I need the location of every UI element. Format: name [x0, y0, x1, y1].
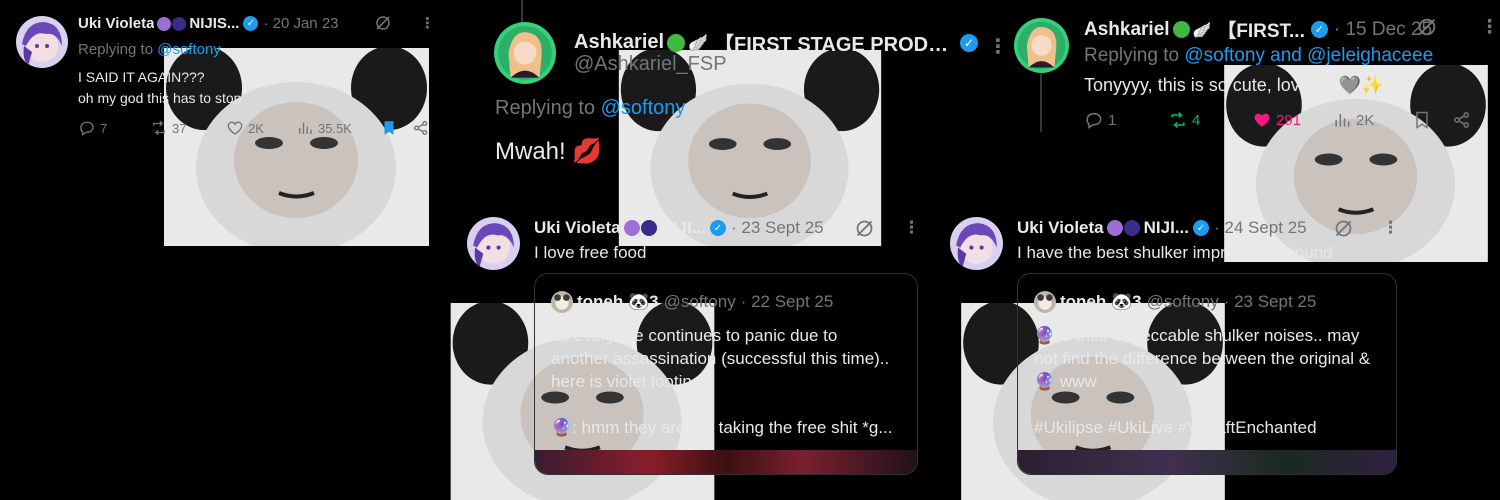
- share-button[interactable]: [412, 119, 430, 137]
- display-name[interactable]: Uki Violeta: [78, 15, 154, 32]
- like-button[interactable]: 291: [1252, 110, 1332, 130]
- bookmark-button[interactable]: [1412, 110, 1452, 130]
- quote-header: toneh 🐼3 @softony · 22 Sept 25: [551, 291, 833, 313]
- tweet-header: Uki Violeta NIJI... ✓ · 23 Sept 25: [534, 218, 824, 238]
- quote-media-thumbnail[interactable]: [535, 450, 917, 474]
- name-emoji: 🪽: [667, 33, 708, 53]
- reply-button[interactable]: 7: [78, 119, 150, 137]
- quote-header: toneh 🐼3 @softony · 23 Sept 25: [1034, 291, 1316, 313]
- quote-handle: @softony: [663, 292, 736, 311]
- replying-handle-link[interactable]: @softony and @jeleighaceee: [1184, 45, 1433, 66]
- display-name-suffix: 【FIRST...: [1217, 21, 1305, 42]
- verified-badge-icon: ✓: [709, 220, 726, 236]
- quote-date: · 23 Sept 25: [1223, 292, 1317, 311]
- tweet-text: Mwah! 💋: [495, 138, 603, 165]
- tweet-text: Tonyyyy, this is so cute, love it!! 🩶✨: [1084, 75, 1384, 95]
- avatar[interactable]: [494, 22, 556, 84]
- like-button[interactable]: 2K: [226, 119, 296, 137]
- tweet-header: Uki Violeta NIJIS... ✓ · 20 Jan 23: [78, 15, 339, 32]
- quote-text: as everyone continues to panic due to an…: [551, 326, 893, 437]
- tweet-date[interactable]: · 20 Jan 23: [263, 15, 338, 32]
- name-emoji: [157, 16, 187, 31]
- quote-handle: @softony: [1146, 292, 1219, 311]
- name-emoji: [1106, 220, 1140, 236]
- thread-line: [1040, 74, 1042, 132]
- views-button[interactable]: 2K: [1332, 110, 1412, 130]
- display-name-suffix: NIJIS...: [189, 15, 240, 32]
- display-name[interactable]: Uki Violeta: [534, 218, 621, 238]
- quote-text: 🔮 & their impeccable shulker noises.. ma…: [1034, 326, 1371, 437]
- more-options-icon[interactable]: ⋮: [420, 14, 435, 32]
- display-name-suffix: NIJI...: [660, 218, 706, 237]
- avatar: [1034, 291, 1056, 313]
- tweet-text: I SAID IT AGAIN??? oh my god this has to…: [78, 69, 242, 106]
- repost-button[interactable]: 37: [150, 119, 226, 137]
- tweet-date[interactable]: · 23 Sept 25: [731, 218, 824, 238]
- display-name-suffix: NIJI...: [1143, 218, 1189, 237]
- thread-line: [521, 0, 523, 22]
- quote-media-thumbnail[interactable]: [1018, 450, 1396, 474]
- quote-display-name: toneh 🐼3: [577, 292, 659, 311]
- verified-badge-icon: ✓: [1192, 220, 1209, 236]
- replying-to: Replying to @softony: [495, 97, 686, 119]
- avatar[interactable]: [1014, 18, 1069, 73]
- replying-handle-link[interactable]: @softony: [157, 41, 221, 58]
- display-name[interactable]: Ashkariel: [1084, 19, 1170, 41]
- grok-icon[interactable]: [854, 218, 875, 239]
- verified-badge-icon: ✓: [1310, 21, 1328, 38]
- action-bar: 1 4 291 2K: [1084, 110, 1472, 130]
- verified-badge-icon: ✓: [243, 16, 259, 31]
- bookmark-button[interactable]: [380, 119, 412, 137]
- action-bar: 7 37 2K 35.5K: [78, 119, 430, 137]
- quote-display-name: toneh 🐼3: [1060, 292, 1142, 311]
- panda-meme-image: [618, 50, 882, 246]
- replying-to: Replying to @softony and @jeleighaceee: [1084, 45, 1434, 66]
- grok-icon[interactable]: [1333, 218, 1354, 239]
- views-button[interactable]: 35.5K: [296, 119, 380, 137]
- grok-icon[interactable]: [374, 14, 392, 32]
- name-emoji: 🪽: [1172, 21, 1211, 39]
- quoted-tweet[interactable]: toneh 🐼3 @softony · 23 Sept 25 🔮 & their…: [1017, 273, 1397, 475]
- display-name[interactable]: Uki Violeta: [1017, 218, 1104, 238]
- more-options-icon[interactable]: ⋮: [1480, 16, 1499, 39]
- more-options-icon[interactable]: ⋮: [1382, 218, 1399, 238]
- user-handle[interactable]: @Ashkariel_FSP: [574, 53, 727, 76]
- more-options-icon[interactable]: ⋮: [903, 218, 920, 238]
- avatar[interactable]: [16, 16, 68, 68]
- tweet-date[interactable]: · 24 Sept 25: [1214, 218, 1307, 238]
- quoted-tweet[interactable]: toneh 🐼3 @softony · 22 Sept 25 as everyo…: [534, 273, 918, 475]
- tweet-text: I have the best shulker impression aroun…: [1017, 243, 1333, 262]
- tweet-text: I love free food: [534, 243, 647, 262]
- more-options-icon[interactable]: ⋮: [988, 34, 1008, 59]
- avatar[interactable]: [467, 217, 520, 270]
- tweet-header: Ashkariel 🪽 【FIRST... ✓ · 15 Dec 25: [1084, 16, 1432, 43]
- repost-button[interactable]: 4: [1168, 110, 1252, 130]
- display-name[interactable]: Ashkariel: [574, 31, 664, 54]
- tweet-header: Uki Violeta NIJI... ✓ · 24 Sept 25: [1017, 218, 1307, 238]
- share-button[interactable]: [1452, 110, 1472, 130]
- avatar[interactable]: [950, 217, 1003, 270]
- avatar: [551, 291, 573, 313]
- grok-icon[interactable]: [1416, 16, 1438, 38]
- quote-date: · 22 Sept 25: [740, 292, 834, 311]
- verified-badge-icon: ✓: [959, 33, 978, 52]
- display-name-suffix: 【FIRST STAGE PRODUC...: [713, 34, 954, 56]
- name-emoji: [623, 220, 657, 236]
- replying-handle-link[interactable]: @softony: [601, 97, 686, 119]
- replying-to: Replying to @softony: [78, 41, 221, 58]
- reply-button[interactable]: 1: [1084, 110, 1168, 130]
